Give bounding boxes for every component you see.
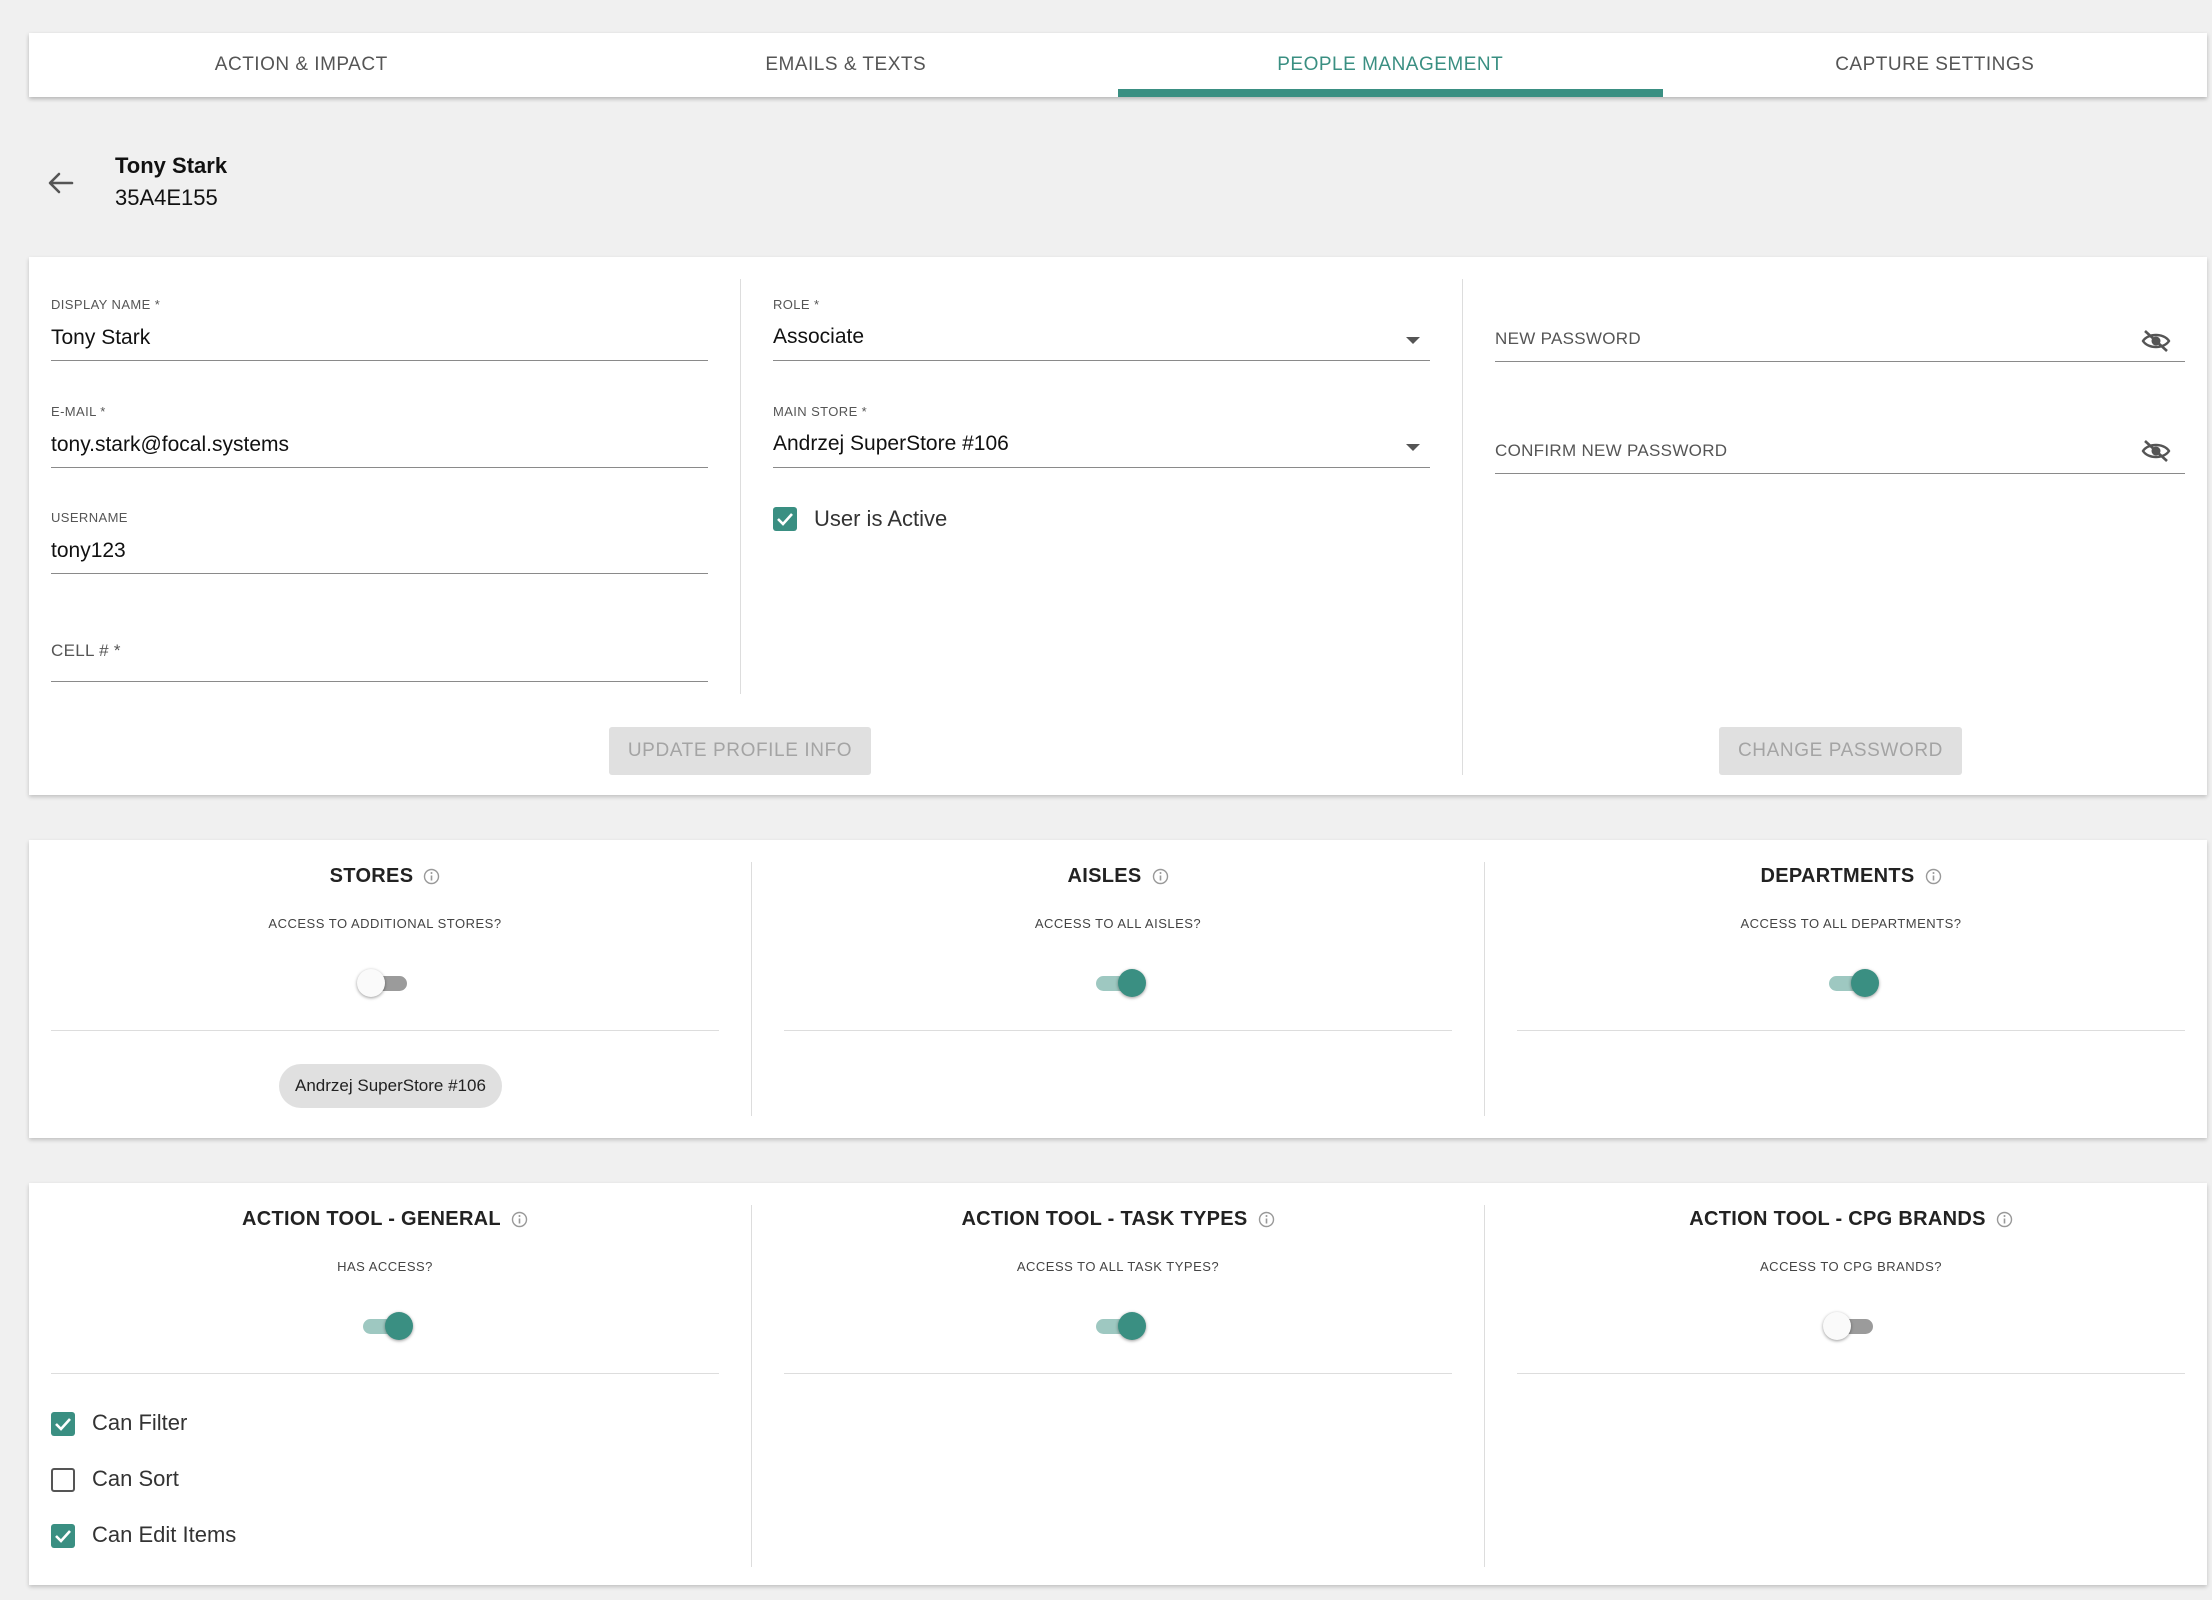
email-value: tony.stark@focal.systems <box>51 433 289 456</box>
tab-emails-texts[interactable]: EMAILS & TEXTS <box>574 33 1119 97</box>
departments-toggle[interactable] <box>1823 966 1879 1000</box>
action-tool-cpg-brands-title: ACTION TOOL - CPG BRANDS <box>1517 1208 2185 1231</box>
update-profile-button[interactable]: UPDATE PROFILE INFO <box>609 727 871 775</box>
column-divider <box>1484 1205 1485 1567</box>
column-divider <box>740 279 741 694</box>
can-filter-checkbox[interactable] <box>51 1412 75 1436</box>
section-divider <box>784 1030 1452 1031</box>
profile-name: Tony Stark <box>115 153 228 178</box>
store-chip[interactable]: Andrzej SuperStore #106 <box>279 1064 502 1108</box>
departments-title: DEPARTMENTS <box>1517 865 2185 888</box>
display-name-label: DISPLAY NAME * <box>51 297 161 312</box>
action-tool-task-types-toggle[interactable] <box>1090 1309 1146 1343</box>
section-divider <box>1517 1030 2185 1031</box>
profile-id: 35A4E155 <box>115 185 218 210</box>
stores-title: STORES <box>51 865 719 888</box>
cell-label: CELL # * <box>51 641 121 660</box>
check-icon <box>55 1530 71 1543</box>
display-name-field[interactable]: DISPLAY NAME * Tony Stark <box>51 297 708 361</box>
cell-field[interactable]: CELL # * <box>51 637 708 682</box>
action-tool-general-title: ACTION TOOL - GENERAL <box>51 1208 719 1231</box>
display-name-value: Tony Stark <box>51 326 151 349</box>
aisles-question: ACCESS TO ALL AISLES? <box>1034 916 1202 931</box>
back-button[interactable] <box>46 168 76 198</box>
can-filter-label: Can Filter <box>92 1410 188 1435</box>
column-divider <box>751 862 752 1116</box>
can-edit-items-checkbox[interactable] <box>51 1524 75 1548</box>
chevron-down-icon <box>1406 337 1420 344</box>
username-field[interactable]: USERNAME tony123 <box>51 510 708 574</box>
main-store-value: Andrzej SuperStore #106 <box>773 432 1009 455</box>
action-tool-task-types-question: ACCESS TO ALL TASK TYPES? <box>1016 1259 1220 1274</box>
main-store-select[interactable]: MAIN STORE * Andrzej SuperStore #106 <box>773 404 1430 468</box>
action-tool-general-question: HAS ACCESS? <box>337 1259 433 1274</box>
action-tool-cpg-brands-section: ACTION TOOL - CPG BRANDS ACCESS TO CPG B… <box>1517 1183 2185 1585</box>
section-divider <box>1517 1373 2185 1374</box>
role-select[interactable]: ROLE * Associate <box>773 297 1430 361</box>
action-tool-general-toggle[interactable] <box>357 1309 413 1343</box>
can-edit-items-label: Can Edit Items <box>92 1522 237 1547</box>
role-label: ROLE * <box>773 297 820 312</box>
aisles-toggle[interactable] <box>1090 966 1146 1000</box>
eye-off-icon[interactable] <box>2141 439 2171 463</box>
email-field[interactable]: E-MAIL * tony.stark@focal.systems <box>51 404 708 468</box>
top-tab-bar: ACTION & IMPACT EMAILS & TEXTS PEOPLE MA… <box>29 33 2207 97</box>
departments-question: ACCESS TO ALL DEPARTMENTS? <box>1740 916 1962 931</box>
role-value: Associate <box>773 325 865 348</box>
aisles-section: AISLES ACCESS TO ALL AISLES? <box>784 840 1452 1138</box>
stores-question: ACCESS TO ADDITIONAL STORES? <box>268 916 502 931</box>
profile-form-card: DISPLAY NAME * Tony Stark E-MAIL * tony.… <box>29 257 2207 795</box>
info-icon[interactable] <box>1258 1211 1275 1228</box>
action-tool-task-types-section: ACTION TOOL - TASK TYPES ACCESS TO ALL T… <box>784 1183 1452 1585</box>
check-icon <box>777 513 793 526</box>
info-icon[interactable] <box>1152 868 1169 885</box>
new-password-label: NEW PASSWORD <box>1495 329 1641 348</box>
info-icon[interactable] <box>1996 1211 2013 1228</box>
can-sort-label: Can Sort <box>92 1466 179 1491</box>
section-divider <box>784 1373 1452 1374</box>
column-divider <box>1484 862 1485 1116</box>
user-active-label: User is Active <box>814 506 948 531</box>
check-icon <box>55 1418 71 1431</box>
action-tool-task-types-title: ACTION TOOL - TASK TYPES <box>784 1208 1452 1231</box>
chevron-down-icon <box>1406 444 1420 451</box>
username-value: tony123 <box>51 539 126 562</box>
tab-action-impact[interactable]: ACTION & IMPACT <box>29 33 574 97</box>
section-divider <box>51 1030 719 1031</box>
action-tool-card: ACTION TOOL - GENERAL HAS ACCESS? Can Fi… <box>29 1183 2207 1585</box>
new-password-field[interactable]: NEW PASSWORD <box>1495 307 2185 362</box>
info-icon[interactable] <box>423 868 440 885</box>
can-sort-checkbox[interactable] <box>51 1468 75 1492</box>
arrow-left-icon <box>48 172 74 194</box>
user-active-checkbox[interactable] <box>773 507 797 531</box>
email-label: E-MAIL * <box>51 404 106 419</box>
username-label: USERNAME <box>51 510 128 525</box>
eye-off-icon[interactable] <box>2141 329 2171 353</box>
action-tool-cpg-brands-toggle[interactable] <box>1823 1309 1879 1343</box>
action-tool-cpg-brands-question: ACCESS TO CPG BRANDS? <box>1760 1259 1942 1274</box>
confirm-password-field[interactable]: CONFIRM NEW PASSWORD <box>1495 417 2185 474</box>
aisles-title: AISLES <box>784 865 1452 888</box>
info-icon[interactable] <box>511 1211 528 1228</box>
info-icon[interactable] <box>1925 868 1942 885</box>
tab-capture-settings[interactable]: CAPTURE SETTINGS <box>1663 33 2208 97</box>
stores-section: STORES ACCESS TO ADDITIONAL STORES? Andr… <box>51 840 719 1138</box>
tab-people-management[interactable]: PEOPLE MANAGEMENT <box>1118 33 1663 97</box>
column-divider <box>1462 279 1463 775</box>
change-password-button[interactable]: CHANGE PASSWORD <box>1719 727 1962 775</box>
main-store-label: MAIN STORE * <box>773 404 868 419</box>
section-divider <box>51 1373 719 1374</box>
confirm-password-label: CONFIRM NEW PASSWORD <box>1495 441 1728 460</box>
stores-toggle[interactable] <box>357 966 413 1000</box>
access-card: STORES ACCESS TO ADDITIONAL STORES? Andr… <box>29 840 2207 1138</box>
column-divider <box>751 1205 752 1567</box>
departments-section: DEPARTMENTS ACCESS TO ALL DEPARTMENTS? <box>1517 840 2185 1138</box>
action-tool-general-section: ACTION TOOL - GENERAL HAS ACCESS? Can Fi… <box>51 1183 719 1585</box>
